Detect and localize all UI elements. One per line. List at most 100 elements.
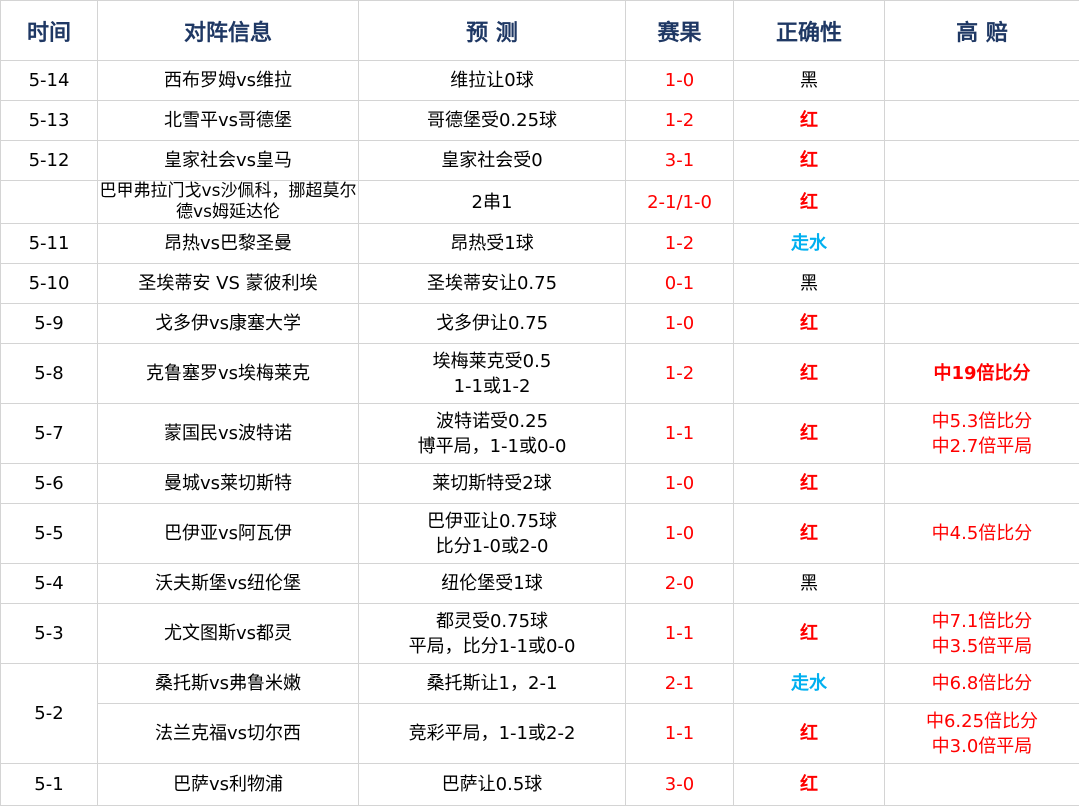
match-cell: 桑托斯vs弗鲁米嫩: [98, 664, 359, 704]
odds-cell: [885, 141, 1079, 181]
odds-line: 中3.0倍平局: [885, 734, 1079, 759]
header-high-odds: 高 赔: [885, 1, 1079, 61]
odds-cell: 中5.3倍比分 中2.7倍平局: [885, 404, 1079, 464]
result-cell: 红: [734, 604, 885, 664]
table-row: 5-13 北雪平vs哥德堡 哥德堡受0.25球 1-2 红: [1, 101, 1079, 141]
odds-line: 中4.5倍比分: [885, 521, 1079, 546]
match-cell: 戈多伊vs康塞大学: [98, 304, 359, 344]
prediction-cell: 莱切斯特受2球: [359, 464, 626, 504]
odds-cell: [885, 181, 1079, 224]
score-cell: 3-0: [626, 764, 734, 806]
prediction-cell: 皇家社会受0: [359, 141, 626, 181]
table-row: 巴甲弗拉门戈vs沙佩科，挪超莫尔德vs姆延达伦 2串1 2-1/1-0 红: [1, 181, 1079, 224]
result-cell: 红: [734, 704, 885, 764]
score-cell: 1-2: [626, 101, 734, 141]
odds-cell: 中7.1倍比分 中3.5倍平局: [885, 604, 1079, 664]
score-cell: 1-0: [626, 304, 734, 344]
date-cell: 5-10: [1, 264, 98, 304]
prediction-line: 纽伦堡受1球: [359, 571, 625, 596]
odds-line: 中2.7倍平局: [885, 434, 1079, 459]
match-cell: 昂热vs巴黎圣曼: [98, 224, 359, 264]
odds-cell: [885, 304, 1079, 344]
prediction-line: 维拉让0球: [359, 68, 625, 93]
score-cell: 2-0: [626, 564, 734, 604]
prediction-cell: 2串1: [359, 181, 626, 224]
header-correctness: 正确性: [734, 1, 885, 61]
score-cell: 2-1: [626, 664, 734, 704]
prediction-cell: 纽伦堡受1球: [359, 564, 626, 604]
result-cell: 红: [734, 404, 885, 464]
odds-cell: 中6.25倍比分 中3.0倍平局: [885, 704, 1079, 764]
odds-cell: [885, 464, 1079, 504]
table-row: 5-14 西布罗姆vs维拉 维拉让0球 1-0 黑: [1, 61, 1079, 101]
table-row: 5-4 沃夫斯堡vs纽伦堡 纽伦堡受1球 2-0 黑: [1, 564, 1079, 604]
date-cell: 5-8: [1, 344, 98, 404]
odds-cell: [885, 61, 1079, 101]
table-row: 5-11 昂热vs巴黎圣曼 昂热受1球 1-2 走水: [1, 224, 1079, 264]
table-row: 5-7 蒙国民vs波特诺 波特诺受0.25 博平局，1-1或0-0 1-1 红 …: [1, 404, 1079, 464]
date-cell: 5-5: [1, 504, 98, 564]
score-cell: 3-1: [626, 141, 734, 181]
date-cell: 5-2: [1, 664, 98, 764]
result-cell: 红: [734, 504, 885, 564]
date-cell: 5-9: [1, 304, 98, 344]
odds-cell: 中4.5倍比分: [885, 504, 1079, 564]
date-cell: 5-4: [1, 564, 98, 604]
result-cell: 走水: [734, 224, 885, 264]
match-cell: 克鲁塞罗vs埃梅莱克: [98, 344, 359, 404]
match-cell: 巴伊亚vs阿瓦伊: [98, 504, 359, 564]
date-cell: 5-3: [1, 604, 98, 664]
score-cell: 1-0: [626, 504, 734, 564]
header-row: 时间 对阵信息 预 测 赛果 正确性 高 赔: [1, 1, 1079, 61]
prediction-cell: 波特诺受0.25 博平局，1-1或0-0: [359, 404, 626, 464]
odds-cell: 中19倍比分: [885, 344, 1079, 404]
score-cell: 1-2: [626, 224, 734, 264]
result-cell: 走水: [734, 664, 885, 704]
date-cell: 5-11: [1, 224, 98, 264]
result-cell: 红: [734, 464, 885, 504]
predictions-table: 时间 对阵信息 预 测 赛果 正确性 高 赔 5-14 西布罗姆vs维拉 维拉让…: [0, 0, 1079, 806]
odds-cell: [885, 101, 1079, 141]
odds-line: 中3.5倍平局: [885, 634, 1079, 659]
date-cell: 5-1: [1, 764, 98, 806]
score-cell: 1-1: [626, 404, 734, 464]
prediction-line: 都灵受0.75球: [359, 609, 625, 634]
odds-line: 中7.1倍比分: [885, 609, 1079, 634]
table-row: 5-10 圣埃蒂安 VS 蒙彼利埃 圣埃蒂安让0.75 0-1 黑: [1, 264, 1079, 304]
match-cell: 沃夫斯堡vs纽伦堡: [98, 564, 359, 604]
header-prediction: 预 测: [359, 1, 626, 61]
date-cell: 5-14: [1, 61, 98, 101]
date-cell: 5-12: [1, 141, 98, 181]
date-cell: 5-7: [1, 404, 98, 464]
prediction-line: 埃梅莱克受0.5: [359, 349, 625, 374]
table-row: 5-5 巴伊亚vs阿瓦伊 巴伊亚让0.75球 比分1-0或2-0 1-0 红 中…: [1, 504, 1079, 564]
prediction-line: 圣埃蒂安让0.75: [359, 271, 625, 296]
prediction-line: 1-1或1-2: [359, 374, 625, 399]
header-time: 时间: [1, 1, 98, 61]
odds-cell: [885, 264, 1079, 304]
table-row: 5-1 巴萨vs利物浦 巴萨让0.5球 3-0 红: [1, 764, 1079, 806]
match-cell: 曼城vs莱切斯特: [98, 464, 359, 504]
table-row: 法兰克福vs切尔西 竞彩平局，1-1或2-2 1-1 红 中6.25倍比分 中3…: [1, 704, 1079, 764]
odds-line: 中19倍比分: [885, 361, 1079, 386]
result-cell: 红: [734, 304, 885, 344]
result-cell: 黑: [734, 264, 885, 304]
match-cell: 北雪平vs哥德堡: [98, 101, 359, 141]
result-cell: 红: [734, 764, 885, 806]
date-cell: 5-13: [1, 101, 98, 141]
odds-cell: 中6.8倍比分: [885, 664, 1079, 704]
match-cell: 尤文图斯vs都灵: [98, 604, 359, 664]
score-cell: 1-0: [626, 464, 734, 504]
result-cell: 红: [734, 181, 885, 224]
odds-line: 中6.8倍比分: [885, 671, 1079, 696]
prediction-line: 2串1: [359, 190, 625, 215]
table-row: 5-3 尤文图斯vs都灵 都灵受0.75球 平局，比分1-1或0-0 1-1 红…: [1, 604, 1079, 664]
table-row: 5-9 戈多伊vs康塞大学 戈多伊让0.75 1-0 红: [1, 304, 1079, 344]
prediction-cell: 圣埃蒂安让0.75: [359, 264, 626, 304]
header-score: 赛果: [626, 1, 734, 61]
prediction-cell: 桑托斯让1，2-1: [359, 664, 626, 704]
score-cell: 1-0: [626, 61, 734, 101]
match-cell: 圣埃蒂安 VS 蒙彼利埃: [98, 264, 359, 304]
header-match: 对阵信息: [98, 1, 359, 61]
match-cell: 法兰克福vs切尔西: [98, 704, 359, 764]
